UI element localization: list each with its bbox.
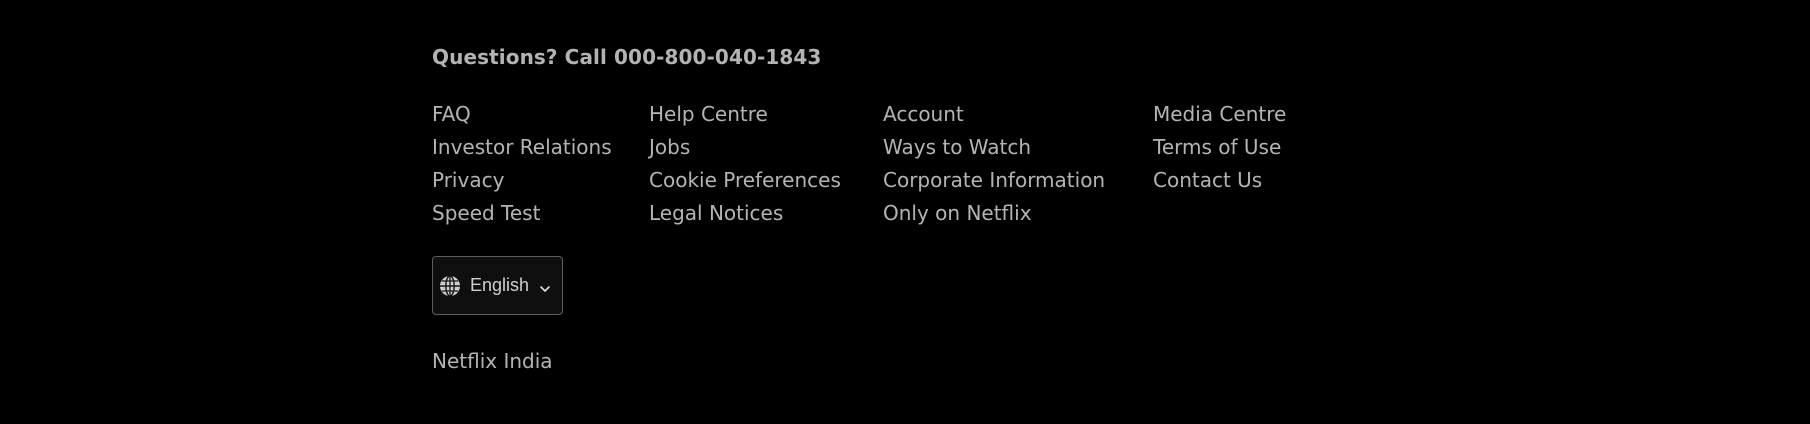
ways-to-watch-link[interactable]: Ways to Watch xyxy=(883,131,1105,164)
legal-notices-link[interactable]: Legal Notices xyxy=(649,197,841,230)
questions-text: Questions? Call xyxy=(432,45,615,69)
language-select-value: English xyxy=(470,275,530,295)
footer-link-column-1: FAQ Investor Relations Privacy Speed Tes… xyxy=(432,98,612,230)
chevron-down-icon xyxy=(539,280,551,292)
jobs-link[interactable]: Jobs xyxy=(649,131,841,164)
faq-link[interactable]: FAQ xyxy=(432,98,612,131)
only-on-netflix-link[interactable]: Only on Netflix xyxy=(883,197,1105,230)
footer-link-column-4: Media Centre Terms of Use Contact Us xyxy=(1153,98,1286,197)
footer-links: FAQ Investor Relations Privacy Speed Tes… xyxy=(432,98,1352,238)
globe-icon xyxy=(439,274,461,297)
phone-link[interactable]: 000-800-040-1843 xyxy=(614,45,821,69)
help-centre-link[interactable]: Help Centre xyxy=(649,98,841,131)
questions-line: Questions? Call 000-800-040-1843 xyxy=(432,40,1392,74)
country-label: Netflix India xyxy=(432,349,553,373)
contact-us-link[interactable]: Contact Us xyxy=(1153,164,1286,197)
terms-of-use-link[interactable]: Terms of Use xyxy=(1153,131,1286,164)
site-footer: Questions? Call 000-800-040-1843 FAQ Inv… xyxy=(432,40,1392,373)
investor-relations-link[interactable]: Investor Relations xyxy=(432,131,612,164)
footer-link-column-2: Help Centre Jobs Cookie Preferences Lega… xyxy=(649,98,841,230)
cookie-preferences-link[interactable]: Cookie Preferences xyxy=(649,164,841,197)
media-centre-link[interactable]: Media Centre xyxy=(1153,98,1286,131)
account-link[interactable]: Account xyxy=(883,98,1105,131)
corporate-information-link[interactable]: Corporate Information xyxy=(883,164,1105,197)
footer-link-column-3: Account Ways to Watch Corporate Informat… xyxy=(883,98,1105,230)
privacy-link[interactable]: Privacy xyxy=(432,164,612,197)
language-select[interactable]: English xyxy=(432,256,563,315)
speed-test-link[interactable]: Speed Test xyxy=(432,197,612,230)
